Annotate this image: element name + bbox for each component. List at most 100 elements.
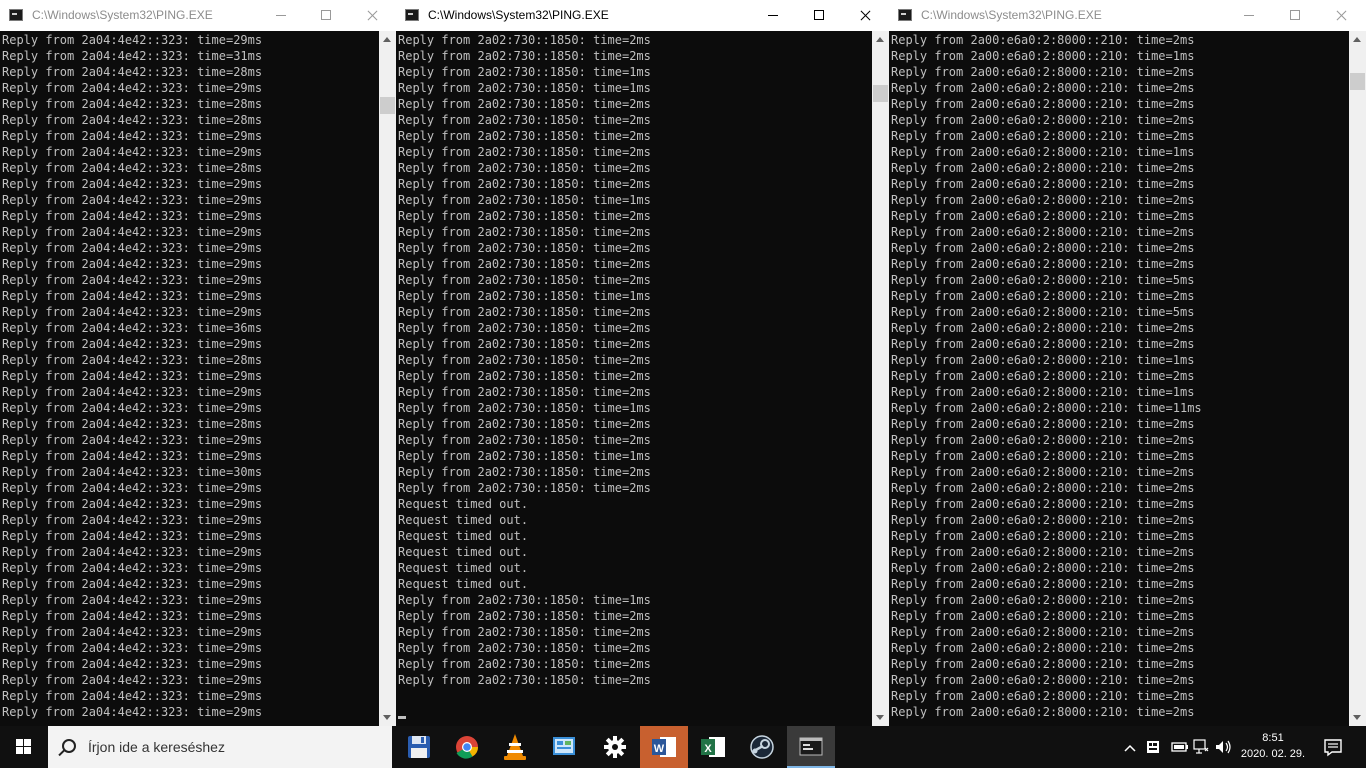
console-line: Reply from 2a00:e6a0:2:8000::210: time=1…	[891, 49, 1195, 63]
console-line: Reply from 2a02:730::1850: time=2ms	[398, 97, 651, 111]
console-output[interactable]: Reply from 2a04:4e42::323: time=29msRepl…	[0, 31, 379, 726]
clock-time: 8:51	[1262, 732, 1284, 744]
console-line: Reply from 2a02:730::1850: time=2ms	[398, 465, 651, 479]
minimize-button[interactable]	[1226, 0, 1272, 31]
console-icon[interactable]	[787, 726, 835, 768]
console-line: Reply from 2a00:e6a0:2:8000::210: time=2…	[891, 705, 1195, 719]
console-output[interactable]: Reply from 2a02:730::1850: time=2msReply…	[396, 31, 872, 726]
console-line: Reply from 2a00:e6a0:2:8000::210: time=2…	[891, 97, 1195, 111]
console-output[interactable]: Reply from 2a00:e6a0:2:8000::210: time=2…	[889, 31, 1349, 726]
console-line: Reply from 2a02:730::1850: time=2ms	[398, 369, 651, 383]
console-line: Reply from 2a00:e6a0:2:8000::210: time=2…	[891, 177, 1195, 191]
control-panel-icon[interactable]	[540, 726, 588, 768]
console-line: Reply from 2a00:e6a0:2:8000::210: time=2…	[891, 289, 1195, 303]
settings-gear-icon[interactable]	[591, 726, 639, 768]
console-line: Reply from 2a04:4e42::323: time=29ms	[2, 401, 263, 415]
console-line: Reply from 2a04:4e42::323: time=29ms	[2, 577, 263, 591]
start-button[interactable]	[0, 726, 48, 768]
chrome-icon[interactable]	[443, 726, 491, 768]
network-icon[interactable]	[1193, 739, 1209, 754]
console-line: Reply from 2a02:730::1850: time=2ms	[398, 481, 651, 495]
console-line: Request timed out.	[398, 497, 529, 511]
console-line: Reply from 2a02:730::1850: time=2ms	[398, 33, 651, 47]
console-line: Reply from 2a04:4e42::323: time=29ms	[2, 513, 263, 527]
console-line: Reply from 2a04:4e42::323: time=29ms	[2, 177, 263, 191]
maximize-button[interactable]	[1272, 0, 1318, 31]
console-line: Reply from 2a00:e6a0:2:8000::210: time=2…	[891, 625, 1195, 639]
scroll-down-arrow-icon[interactable]	[872, 709, 889, 726]
minimize-button[interactable]	[258, 0, 304, 31]
battery-icon[interactable]	[1171, 742, 1188, 752]
console-line: Reply from 2a00:e6a0:2:8000::210: time=5…	[891, 305, 1195, 319]
maximize-button[interactable]	[796, 0, 842, 31]
title-bar[interactable]: C:\Windows\System32\PING.EXE	[0, 0, 396, 31]
close-button[interactable]	[349, 0, 395, 31]
console-line: Reply from 2a00:e6a0:2:8000::210: time=2…	[891, 113, 1195, 127]
maximize-button[interactable]	[303, 0, 349, 31]
vlc-icon[interactable]	[491, 726, 539, 768]
close-button[interactable]	[1318, 0, 1364, 31]
scroll-down-arrow-icon[interactable]	[1349, 709, 1366, 726]
console-line: Reply from 2a04:4e42::323: time=29ms	[2, 209, 263, 223]
console-line: Reply from 2a00:e6a0:2:8000::210: time=2…	[891, 449, 1195, 463]
console-line: Reply from 2a00:e6a0:2:8000::210: time=2…	[891, 225, 1195, 239]
scroll-up-arrow-icon[interactable]	[1349, 31, 1366, 48]
console-line: Reply from 2a04:4e42::323: time=29ms	[2, 225, 263, 239]
keyboard-layout-icon[interactable]	[1147, 741, 1159, 753]
scroll-up-arrow-icon[interactable]	[379, 31, 396, 48]
console-line: Reply from 2a04:4e42::323: time=28ms	[2, 353, 263, 367]
console-line: Reply from 2a04:4e42::323: time=31ms	[2, 49, 263, 63]
search-box[interactable]: Írjon ide a kereséshez	[48, 726, 392, 768]
console-line: Reply from 2a04:4e42::323: time=29ms	[2, 689, 263, 703]
console-line: Request timed out.	[398, 529, 529, 543]
close-button[interactable]	[842, 0, 888, 31]
console-line: Reply from 2a00:e6a0:2:8000::210: time=2…	[891, 497, 1195, 511]
console-line: Request timed out.	[398, 561, 529, 575]
console-line: Reply from 2a04:4e42::323: time=28ms	[2, 65, 263, 79]
vertical-scrollbar[interactable]	[379, 31, 396, 726]
console-line: Reply from 2a02:730::1850: time=1ms	[398, 401, 651, 415]
scroll-up-arrow-icon[interactable]	[872, 31, 889, 48]
action-center-icon[interactable]	[1316, 726, 1350, 768]
console-line: Reply from 2a00:e6a0:2:8000::210: time=2…	[891, 241, 1195, 255]
console-line: Reply from 2a04:4e42::323: time=29ms	[2, 497, 263, 511]
console-line: Reply from 2a02:730::1850: time=2ms	[398, 49, 651, 63]
console-line: Reply from 2a00:e6a0:2:8000::210: time=2…	[891, 529, 1195, 543]
console-line: Reply from 2a04:4e42::323: time=29ms	[2, 625, 263, 639]
scroll-thumb[interactable]	[873, 85, 888, 102]
console-line: Reply from 2a04:4e42::323: time=28ms	[2, 113, 263, 127]
chevron-up-icon[interactable]	[1124, 744, 1136, 752]
console-line: Reply from 2a02:730::1850: time=2ms	[398, 641, 651, 655]
console-line: Reply from 2a00:e6a0:2:8000::210: time=2…	[891, 673, 1195, 687]
clock[interactable]: 8:51 2020. 02. 29.	[1240, 730, 1306, 762]
minimize-button[interactable]	[750, 0, 796, 31]
steam-icon[interactable]	[738, 726, 786, 768]
ping-window-3[interactable]: C:\Windows\System32\PING.EXE Reply from …	[889, 0, 1366, 726]
volume-icon[interactable]	[1216, 740, 1231, 754]
console-line: Reply from 2a02:730::1850: time=2ms	[398, 225, 651, 239]
console-line: Reply from 2a00:e6a0:2:8000::210: time=2…	[891, 33, 1195, 47]
console-line: Reply from 2a02:730::1850: time=2ms	[398, 609, 651, 623]
title-bar[interactable]: C:\Windows\System32\PING.EXE	[396, 0, 889, 31]
console-line: Reply from 2a02:730::1850: time=2ms	[398, 417, 651, 431]
console-line: Reply from 2a00:e6a0:2:8000::210: time=1…	[891, 145, 1195, 159]
scroll-thumb[interactable]	[1350, 73, 1365, 90]
console-line: Request timed out.	[398, 577, 529, 591]
console-line: Reply from 2a00:e6a0:2:8000::210: time=2…	[891, 609, 1195, 623]
window-title: C:\Windows\System32\PING.EXE	[32, 8, 213, 22]
console-line: Reply from 2a00:e6a0:2:8000::210: time=2…	[891, 337, 1195, 351]
ping-window-2[interactable]: C:\Windows\System32\PING.EXE Reply from …	[396, 0, 889, 726]
word-icon[interactable]: W	[640, 726, 688, 768]
excel-icon[interactable]: X	[689, 726, 737, 768]
vertical-scrollbar[interactable]	[872, 31, 889, 726]
console-line: Reply from 2a02:730::1850: time=1ms	[398, 65, 651, 79]
console-line: Reply from 2a04:4e42::323: time=28ms	[2, 417, 263, 431]
title-bar[interactable]: C:\Windows\System32\PING.EXE	[889, 0, 1366, 31]
floppy-disk-icon[interactable]	[395, 726, 443, 768]
scroll-down-arrow-icon[interactable]	[379, 709, 396, 726]
console-line: Reply from 2a04:4e42::323: time=28ms	[2, 161, 263, 175]
ping-window-1[interactable]: C:\Windows\System32\PING.EXE Reply from …	[0, 0, 396, 726]
vertical-scrollbar[interactable]	[1349, 31, 1366, 726]
console-line: Reply from 2a00:e6a0:2:8000::210: time=2…	[891, 257, 1195, 271]
scroll-thumb[interactable]	[380, 97, 395, 114]
